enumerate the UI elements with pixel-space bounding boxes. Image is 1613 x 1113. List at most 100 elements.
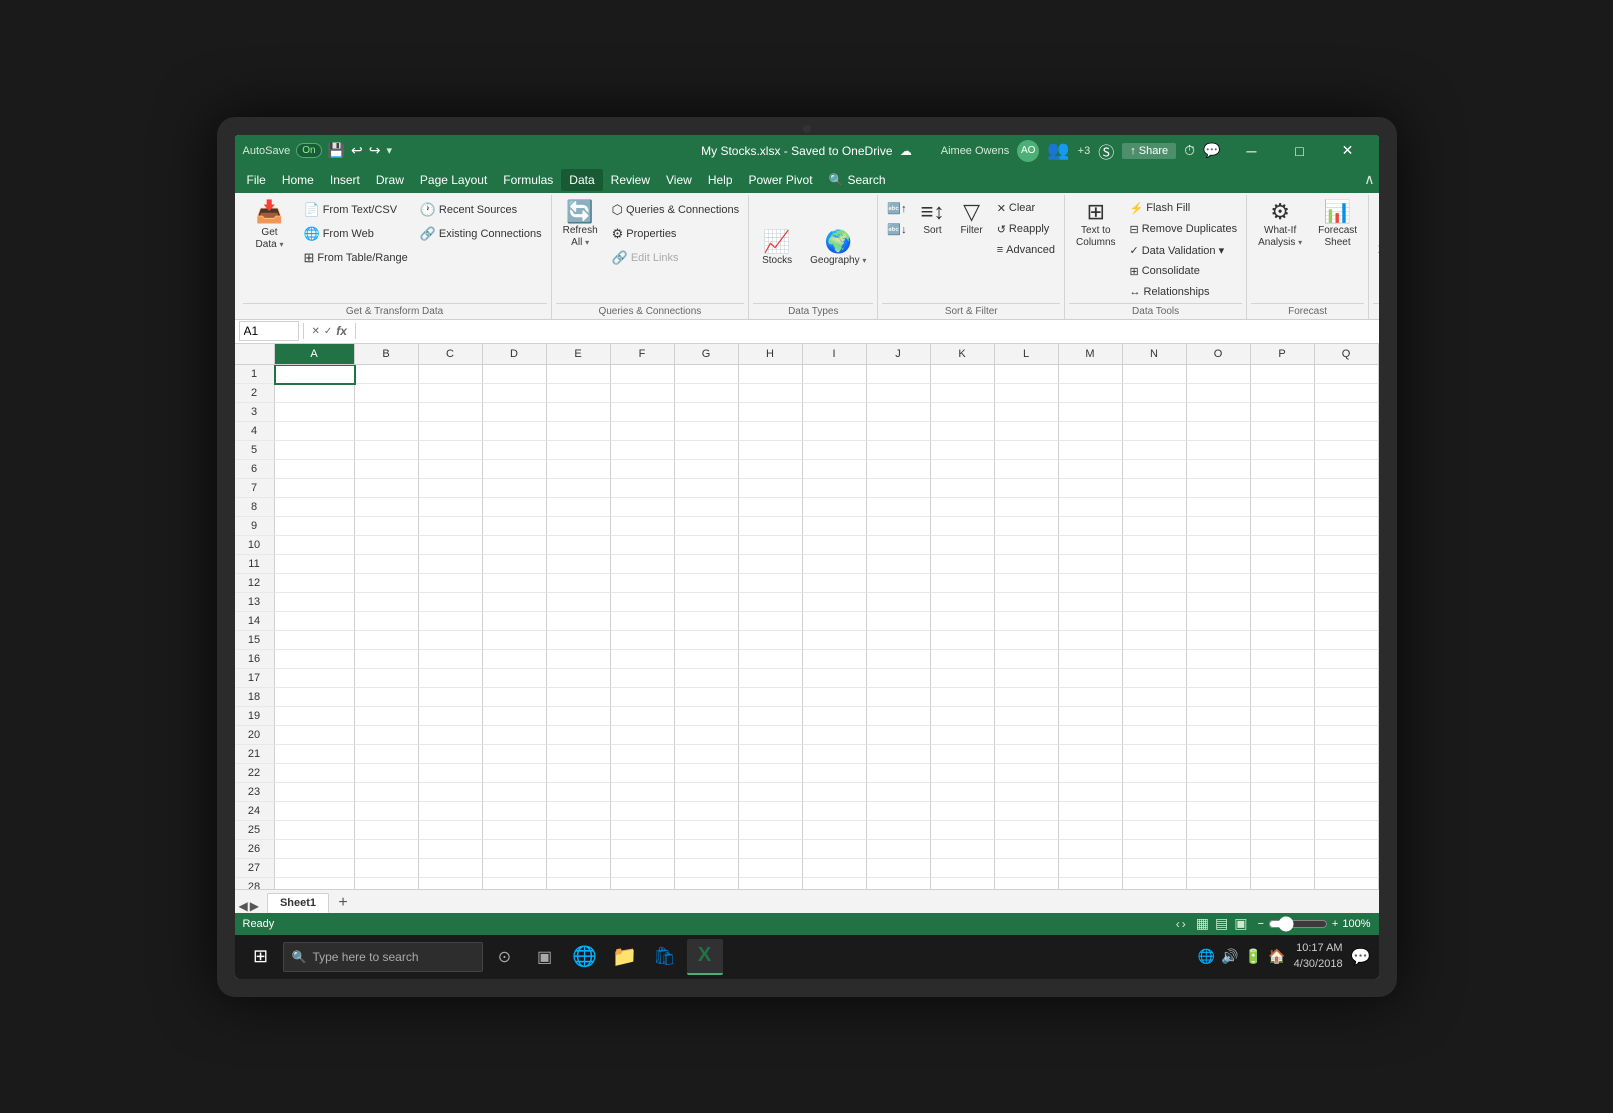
cell-K5[interactable] — [931, 441, 995, 460]
time-display[interactable]: 10:17 AM 4/30/2018 — [1294, 941, 1343, 972]
subtotal-btn[interactable]: Σ Subtotal — [1373, 241, 1378, 259]
cortana-btn[interactable]: ⊙ — [487, 939, 523, 975]
cell-B18[interactable] — [355, 688, 419, 707]
cell-J1[interactable] — [867, 365, 931, 384]
cell-C26[interactable] — [419, 840, 483, 859]
cell-I19[interactable] — [803, 707, 867, 726]
cell-Q2[interactable] — [1315, 384, 1379, 403]
cell-E7[interactable] — [547, 479, 611, 498]
cell-K23[interactable] — [931, 783, 995, 802]
cell-A27[interactable] — [275, 859, 355, 878]
cell-E9[interactable] — [547, 517, 611, 536]
cell-M19[interactable] — [1059, 707, 1123, 726]
row-num-12[interactable]: 12 — [235, 574, 275, 593]
cell-Q25[interactable] — [1315, 821, 1379, 840]
cell-L25[interactable] — [995, 821, 1059, 840]
cell-D6[interactable] — [483, 460, 547, 479]
cell-P14[interactable] — [1251, 612, 1315, 631]
cell-F1[interactable] — [611, 365, 675, 384]
cell-F11[interactable] — [611, 555, 675, 574]
cell-K7[interactable] — [931, 479, 995, 498]
cell-F19[interactable] — [611, 707, 675, 726]
row-num-8[interactable]: 8 — [235, 498, 275, 517]
cell-F12[interactable] — [611, 574, 675, 593]
cell-O4[interactable] — [1187, 422, 1251, 441]
cell-P27[interactable] — [1251, 859, 1315, 878]
cell-B5[interactable] — [355, 441, 419, 460]
cell-A2[interactable] — [275, 384, 355, 403]
cell-A22[interactable] — [275, 764, 355, 783]
cell-F17[interactable] — [611, 669, 675, 688]
existing-conn-btn[interactable]: 🔗 Existing Connections — [415, 223, 547, 245]
cell-D12[interactable] — [483, 574, 547, 593]
cell-O7[interactable] — [1187, 479, 1251, 498]
cell-G4[interactable] — [675, 422, 739, 441]
cell-O14[interactable] — [1187, 612, 1251, 631]
col-header-H[interactable]: H — [739, 344, 803, 364]
cell-F3[interactable] — [611, 403, 675, 422]
cell-D27[interactable] — [483, 859, 547, 878]
cell-B22[interactable] — [355, 764, 419, 783]
cell-M26[interactable] — [1059, 840, 1123, 859]
cell-C23[interactable] — [419, 783, 483, 802]
cell-I5[interactable] — [803, 441, 867, 460]
cell-G10[interactable] — [675, 536, 739, 555]
cell-C15[interactable] — [419, 631, 483, 650]
cell-L18[interactable] — [995, 688, 1059, 707]
cell-N2[interactable] — [1123, 384, 1187, 403]
cell-A8[interactable] — [275, 498, 355, 517]
row-num-25[interactable]: 25 — [235, 821, 275, 840]
cell-B26[interactable] — [355, 840, 419, 859]
cell-P18[interactable] — [1251, 688, 1315, 707]
cell-Q21[interactable] — [1315, 745, 1379, 764]
row-num-14[interactable]: 14 — [235, 612, 275, 631]
cell-A5[interactable] — [275, 441, 355, 460]
cell-P23[interactable] — [1251, 783, 1315, 802]
cell-E23[interactable] — [547, 783, 611, 802]
cell-F7[interactable] — [611, 479, 675, 498]
cell-G23[interactable] — [675, 783, 739, 802]
cell-J20[interactable] — [867, 726, 931, 745]
cell-C20[interactable] — [419, 726, 483, 745]
volume-icon[interactable]: 🔊 — [1221, 948, 1238, 965]
cell-E5[interactable] — [547, 441, 611, 460]
cell-M14[interactable] — [1059, 612, 1123, 631]
col-header-O[interactable]: O — [1187, 344, 1251, 364]
cell-J9[interactable] — [867, 517, 931, 536]
cell-F10[interactable] — [611, 536, 675, 555]
add-sheet-btn[interactable]: + — [333, 893, 353, 913]
cell-H27[interactable] — [739, 859, 803, 878]
cell-O23[interactable] — [1187, 783, 1251, 802]
cell-J5[interactable] — [867, 441, 931, 460]
cell-N26[interactable] — [1123, 840, 1187, 859]
ungroup-btn[interactable]: ⊟ Ungroup ▾ — [1373, 220, 1378, 239]
cell-C4[interactable] — [419, 422, 483, 441]
comments-icon[interactable]: 💬 — [1203, 142, 1220, 159]
cell-E28[interactable] — [547, 878, 611, 889]
cell-N15[interactable] — [1123, 631, 1187, 650]
cell-J7[interactable] — [867, 479, 931, 498]
sort-za-btn[interactable]: 🔤↓ — [882, 220, 911, 239]
cell-E19[interactable] — [547, 707, 611, 726]
cell-D13[interactable] — [483, 593, 547, 612]
cell-M20[interactable] — [1059, 726, 1123, 745]
cell-G24[interactable] — [675, 802, 739, 821]
search-box[interactable]: 🔍 Type here to search — [283, 942, 483, 972]
cell-G19[interactable] — [675, 707, 739, 726]
cell-K24[interactable] — [931, 802, 995, 821]
cell-A6[interactable] — [275, 460, 355, 479]
cell-N4[interactable] — [1123, 422, 1187, 441]
task-view-btn[interactable]: ▣ — [527, 939, 563, 975]
reapply-btn[interactable]: ↺ Reapply — [992, 220, 1060, 239]
cell-Q8[interactable] — [1315, 498, 1379, 517]
cell-D17[interactable] — [483, 669, 547, 688]
cell-E25[interactable] — [547, 821, 611, 840]
cell-L3[interactable] — [995, 403, 1059, 422]
cell-P25[interactable] — [1251, 821, 1315, 840]
cell-Q27[interactable] — [1315, 859, 1379, 878]
menu-draw[interactable]: Draw — [368, 169, 412, 191]
row-num-5[interactable]: 5 — [235, 441, 275, 460]
cell-A13[interactable] — [275, 593, 355, 612]
cell-G22[interactable] — [675, 764, 739, 783]
cell-M17[interactable] — [1059, 669, 1123, 688]
